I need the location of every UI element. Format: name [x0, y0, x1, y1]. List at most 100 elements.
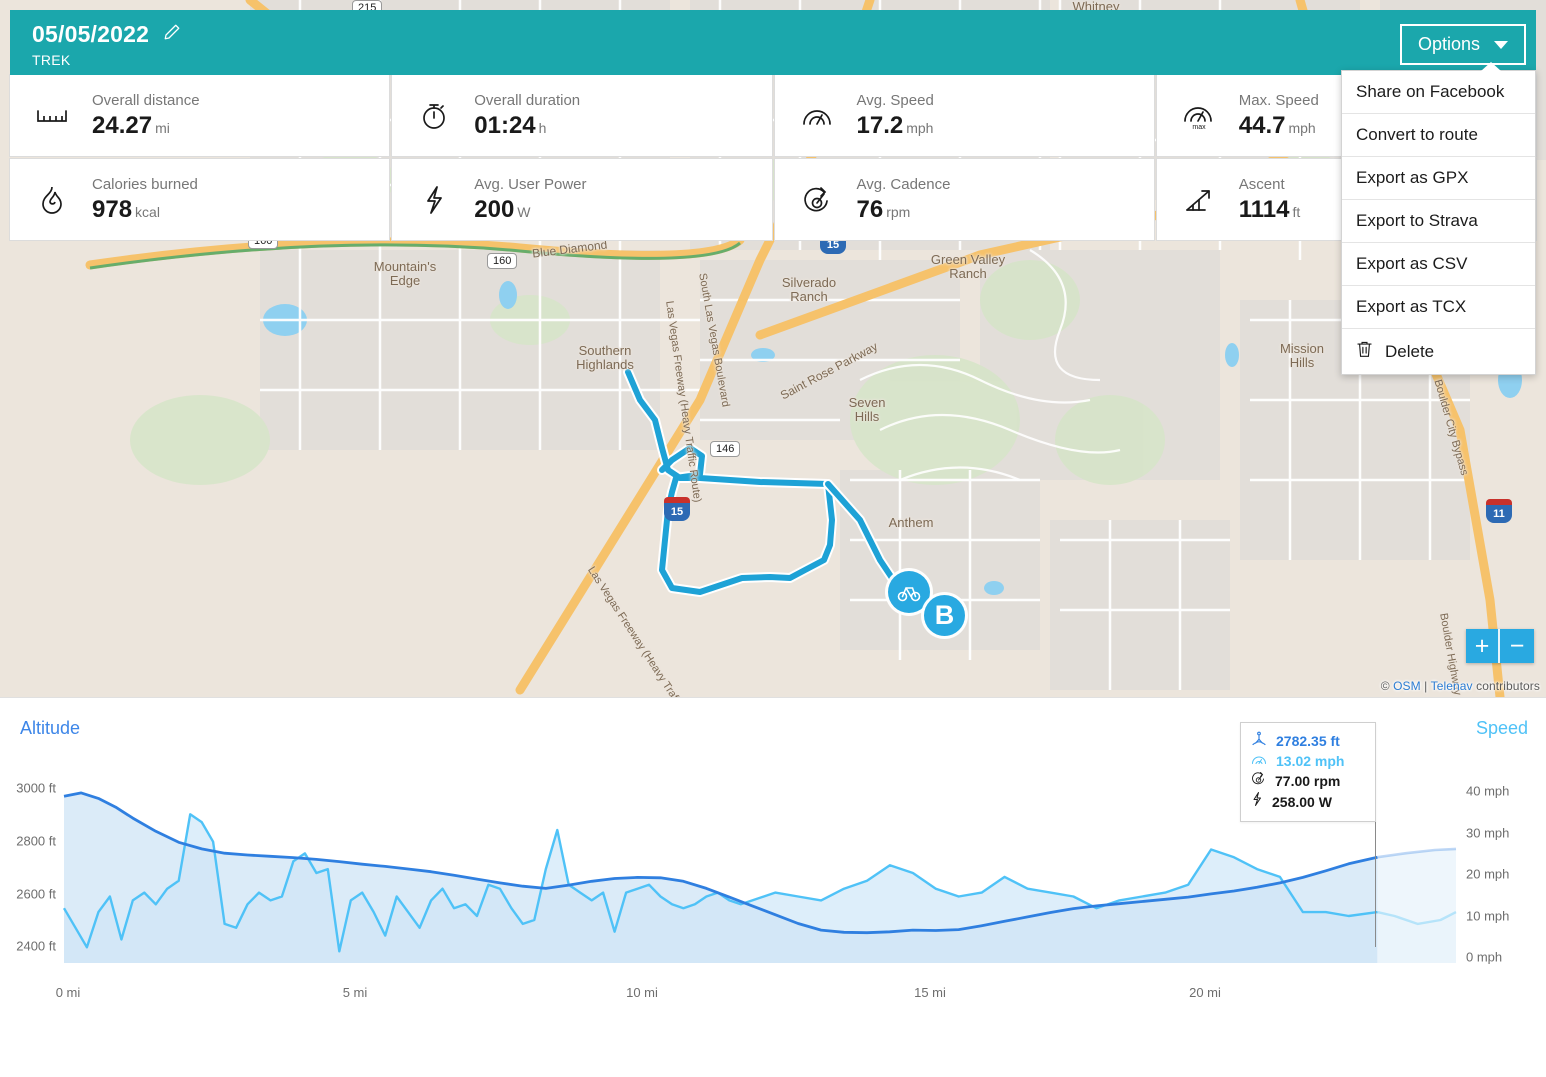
stat-label: Calories burned — [92, 176, 198, 193]
activity-subtitle: TREK — [32, 52, 181, 68]
y-axis-tick-left: 2800 ft — [0, 834, 56, 849]
map-zoom-controls[interactable]: + − — [1466, 629, 1534, 663]
x-axis-tick: 15 mi — [914, 985, 946, 1000]
stat-value: 17.2 — [857, 112, 904, 139]
y-axis-tick-right: 40 mph — [1466, 784, 1509, 799]
menu-item-label: Delete — [1385, 342, 1434, 362]
stat-label: Ascent — [1239, 176, 1301, 193]
stat-unit: mph — [906, 120, 933, 136]
stat-unit: ft — [1293, 204, 1301, 220]
x-axis-tick: 5 mi — [343, 985, 368, 1000]
altitude-icon — [1251, 731, 1267, 751]
x-axis-tick: 10 mi — [626, 985, 658, 1000]
stat-value-wrap: 24.27mi — [92, 112, 200, 140]
map-zoom-in-button[interactable]: + — [1466, 629, 1500, 663]
menu-item-label: Export as CSV — [1356, 254, 1468, 274]
chart-right-axis-title: Speed — [1476, 718, 1528, 739]
stat-unit: W — [517, 204, 530, 220]
stat-label: Overall duration — [474, 92, 580, 109]
gauge-max-icon: max — [1179, 102, 1219, 130]
x-axis-tick: 0 mi — [56, 985, 81, 1000]
chevron-down-icon — [1494, 41, 1508, 49]
stat-unit: mph — [1288, 120, 1315, 136]
menu-item-label: Convert to route — [1356, 125, 1478, 145]
options-button-label: Options — [1418, 34, 1480, 55]
y-axis-tick-right: 0 mph — [1466, 950, 1502, 965]
attr-telenav-link[interactable]: Telenav — [1431, 679, 1473, 693]
tooltip-value: 77.00 rpm — [1275, 771, 1340, 791]
stats-grid: Overall distance 24.27mi Overall duratio… — [10, 75, 1536, 240]
options-button[interactable]: Options — [1400, 24, 1526, 65]
tooltip-row-power: 258.00 W — [1251, 791, 1365, 812]
menu-item-export-as-csv[interactable]: Export as CSV — [1342, 243, 1535, 286]
options-dropdown-menu[interactable]: Share on Facebook Convert to route Expor… — [1341, 70, 1536, 375]
activity-header: 05/05/2022 TREK Options — [10, 10, 1536, 75]
gauge-icon — [797, 104, 837, 128]
pencil-icon[interactable] — [163, 23, 181, 46]
attr-tail: contributors — [1476, 679, 1540, 693]
y-axis-tick-left: 2600 ft — [0, 887, 56, 902]
stat-unit: rpm — [886, 204, 910, 220]
menu-item-label: Share on Facebook — [1356, 82, 1504, 102]
y-axis-tick-right: 30 mph — [1466, 826, 1509, 841]
stat-overall-distance: Overall distance 24.27mi — [10, 75, 389, 156]
trash-icon — [1356, 340, 1373, 363]
stat-value: 24.27 — [92, 112, 152, 139]
activity-date: 05/05/2022 — [32, 21, 149, 48]
y-axis-tick-right: 20 mph — [1466, 867, 1509, 882]
stat-value: 1114 — [1239, 196, 1290, 223]
ruler-icon — [32, 105, 72, 127]
stat-unit: h — [539, 120, 547, 136]
flame-icon — [32, 184, 72, 216]
stat-unit: mi — [155, 120, 170, 136]
tooltip-value: 2782.35 ft — [1276, 731, 1340, 751]
bicycle-icon — [897, 580, 921, 604]
menu-item-export-to-strava[interactable]: Export to Strava — [1342, 200, 1535, 243]
bike-marker[interactable] — [888, 571, 930, 613]
start-marker[interactable]: B — [924, 595, 965, 636]
y-axis-tick-right: 10 mph — [1466, 909, 1509, 924]
tooltip-row-speed: 13.02 mph — [1251, 751, 1365, 771]
x-axis-tick: 20 mi — [1189, 985, 1221, 1000]
interstate-shield-11: 11 — [1486, 499, 1512, 523]
y-axis-tick-left: 3000 ft — [0, 781, 56, 796]
header-title-group: 05/05/2022 TREK — [32, 21, 181, 68]
map-zoom-out-button[interactable]: − — [1500, 629, 1534, 663]
menu-item-delete[interactable]: Delete — [1342, 329, 1535, 374]
stat-label: Max. Speed — [1239, 92, 1319, 109]
menu-item-label: Export as TCX — [1356, 297, 1466, 317]
svg-text:max: max — [1192, 124, 1206, 130]
stat-value: 978 — [92, 196, 132, 223]
attr-osm-link[interactable]: OSM — [1393, 679, 1421, 693]
stat-avg-cadence: Avg. Cadence 76rpm — [775, 159, 1154, 240]
attr-copyright: © — [1381, 679, 1390, 693]
stat-overall-duration: Overall duration 01:24h — [392, 75, 771, 156]
stat-calories-burned: Calories burned 978kcal — [10, 159, 389, 240]
stat-unit: kcal — [135, 204, 160, 220]
stat-avg-user-power: Avg. User Power 200W — [392, 159, 771, 240]
stat-label: Avg. Speed — [857, 92, 934, 109]
menu-item-share-on-facebook[interactable]: Share on Facebook — [1342, 71, 1535, 114]
chart-tooltip: 2782.35 ft 13.02 mph 77.00 rpm — [1240, 722, 1376, 822]
menu-item-label: Export as GPX — [1356, 168, 1468, 188]
tooltip-row-cadence: 77.00 rpm — [1251, 771, 1365, 791]
stat-label: Avg. User Power — [474, 176, 586, 193]
menu-item-export-as-gpx[interactable]: Export as GPX — [1342, 157, 1535, 200]
cadence-icon — [1251, 771, 1266, 791]
attr-separator: | — [1424, 679, 1427, 693]
map-attribution: © OSM | Telenav contributors — [1381, 679, 1540, 693]
ascent-icon — [1179, 186, 1219, 214]
bolt-icon — [414, 184, 454, 216]
interstate-shield-15: 15 — [664, 497, 690, 521]
tooltip-value: 13.02 mph — [1276, 751, 1344, 771]
y-axis-tick-left: 2400 ft — [0, 939, 56, 954]
road-shield-160: 160 — [487, 253, 517, 269]
stat-label: Avg. Cadence — [857, 176, 951, 193]
menu-item-convert-to-route[interactable]: Convert to route — [1342, 114, 1535, 157]
stat-value: 200 — [474, 196, 514, 223]
gauge-icon — [1251, 751, 1267, 771]
stat-value: 76 — [857, 196, 884, 223]
menu-item-export-as-tcx[interactable]: Export as TCX — [1342, 286, 1535, 329]
bolt-icon — [1251, 791, 1263, 812]
stat-label: Overall distance — [92, 92, 200, 109]
